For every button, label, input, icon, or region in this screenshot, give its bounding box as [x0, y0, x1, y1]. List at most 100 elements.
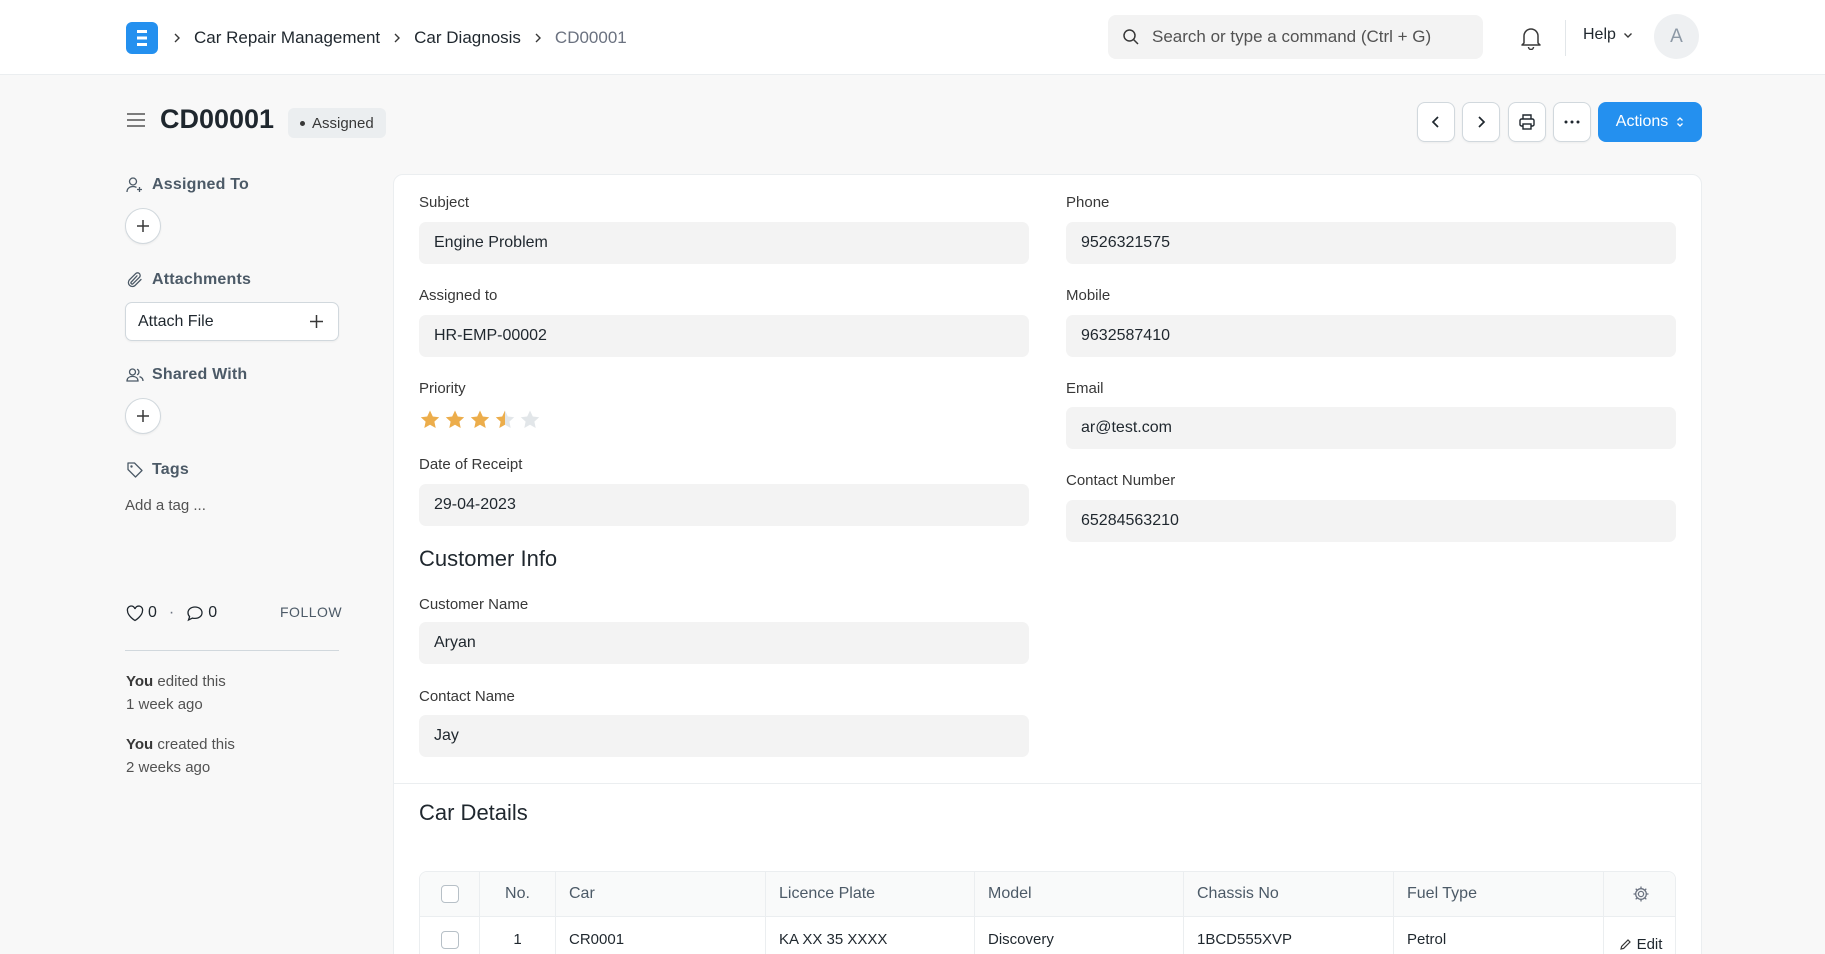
- chevron-right-icon: [1478, 116, 1486, 128]
- plus-icon: [137, 410, 149, 422]
- activity-time: 1 week ago: [126, 696, 203, 713]
- breadcrumb-car-diagnosis[interactable]: Car Diagnosis: [414, 28, 521, 48]
- select-all-checkbox[interactable]: [440, 885, 459, 903]
- star-icon[interactable]: [469, 409, 491, 430]
- user-avatar[interactable]: A: [1654, 14, 1699, 59]
- cell-car[interactable]: CR0001: [556, 917, 766, 954]
- edit-row-button[interactable]: Edit: [1604, 917, 1675, 954]
- notification-bell-icon[interactable]: [1520, 26, 1542, 50]
- gear-icon[interactable]: [1632, 885, 1650, 903]
- status-badge: Assigned: [288, 108, 386, 138]
- cell-fuel-type[interactable]: Petrol: [1394, 917, 1604, 954]
- help-label: Help: [1583, 26, 1616, 43]
- mobile-field[interactable]: 9632587410: [1066, 315, 1676, 357]
- next-doc-button[interactable]: [1462, 102, 1500, 142]
- edit-label: Edit: [1636, 936, 1663, 953]
- likes-count: 0: [148, 604, 157, 621]
- customer-info-heading: Customer Info: [419, 546, 558, 571]
- plus-icon: [137, 220, 149, 232]
- add-assignee-button[interactable]: [125, 208, 161, 244]
- row-checkbox[interactable]: [440, 930, 459, 949]
- phone-field[interactable]: 9526321575: [1066, 222, 1676, 264]
- search-icon: [1123, 29, 1139, 45]
- activity-user[interactable]: You: [126, 736, 153, 753]
- previous-doc-button[interactable]: [1417, 102, 1455, 142]
- page-title: CD00001: [160, 104, 275, 134]
- actions-label: Actions: [1615, 113, 1669, 130]
- column-header-chassis-no: Chassis No: [1184, 872, 1394, 917]
- column-header-car: Car: [556, 872, 766, 917]
- assigned-to-field[interactable]: HR-EMP-00002: [419, 315, 1029, 357]
- tags-label: Tags: [152, 461, 189, 478]
- subject-field[interactable]: Engine Problem: [419, 222, 1029, 264]
- mobile-label: Mobile: [1066, 287, 1111, 304]
- tag-icon: [127, 462, 143, 478]
- plus-icon: [310, 315, 323, 328]
- ellipsis-icon: [1564, 120, 1580, 124]
- cell-chassis-no[interactable]: 1BCD555XVP: [1184, 917, 1394, 954]
- activity-action: edited this: [157, 673, 226, 690]
- assigned-to-field-label: Assigned to: [419, 287, 498, 304]
- status-label: Assigned: [312, 114, 374, 132]
- priority-label: Priority: [419, 380, 466, 397]
- print-button[interactable]: [1508, 102, 1546, 142]
- attachments-section: Attachments: [126, 271, 251, 289]
- cell-model[interactable]: Discovery: [975, 917, 1184, 954]
- sidebar-divider: [125, 650, 339, 651]
- priority-rating[interactable]: [419, 409, 544, 430]
- contact-number-label: Contact Number: [1066, 472, 1176, 489]
- printer-icon: [1519, 114, 1535, 130]
- cell-no: 1: [480, 917, 556, 954]
- chevron-left-icon: [1431, 116, 1439, 128]
- attach-file-label: Attach File: [138, 312, 214, 330]
- search-input[interactable]: Search or type a command (Ctrl + G): [1108, 15, 1483, 59]
- cell-licence-plate[interactable]: KA XX 35 XXXX: [766, 917, 975, 954]
- row-select-cell: [420, 917, 480, 954]
- status-dot: [300, 120, 305, 126]
- car-details-table: No. Car Licence Plate Model Chassis No F…: [419, 871, 1676, 954]
- add-user-icon: [126, 177, 142, 193]
- form-card: [393, 174, 1702, 954]
- activity-user[interactable]: You: [126, 673, 153, 690]
- column-header-no: No.: [480, 872, 556, 917]
- comments-count: 0: [208, 604, 218, 621]
- phone-value: 9526321575: [1081, 234, 1170, 251]
- email-field[interactable]: ar@test.com: [1066, 407, 1676, 449]
- attachments-label: Attachments: [152, 271, 252, 288]
- help-dropdown[interactable]: Help: [1583, 26, 1634, 44]
- column-header-licence-plate: Licence Plate: [766, 872, 975, 917]
- column-settings-cell: [1604, 872, 1675, 917]
- comment-icon[interactable]: [186, 605, 204, 622]
- star-icon[interactable]: [419, 409, 441, 430]
- navbar-divider: [1565, 20, 1566, 56]
- star-icon[interactable]: [494, 409, 516, 430]
- tags-section: Tags: [126, 461, 189, 479]
- star-icon[interactable]: [519, 409, 541, 430]
- shared-with-section: Shared With: [126, 366, 247, 384]
- breadcrumb-current[interactable]: CD00001: [555, 28, 627, 48]
- search-placeholder: Search or type a command (Ctrl + G): [1152, 27, 1432, 46]
- customer-name-value: Aryan: [434, 634, 476, 651]
- breadcrumb-car-repair-management[interactable]: Car Repair Management: [194, 28, 380, 48]
- mobile-value: 9632587410: [1081, 327, 1170, 344]
- attach-file-button[interactable]: Attach File: [125, 302, 339, 341]
- more-options-button[interactable]: [1553, 102, 1591, 142]
- heart-icon[interactable]: [126, 604, 144, 622]
- assigned-to-label: Assigned To: [152, 176, 250, 193]
- follow-button[interactable]: FOLLOW: [280, 604, 342, 620]
- date-of-receipt-field[interactable]: 29-04-2023: [419, 484, 1029, 526]
- shared-with-label: Shared With: [152, 366, 248, 383]
- add-tag-link[interactable]: Add a tag ...: [125, 497, 206, 514]
- select-arrows-icon: [1677, 117, 1684, 127]
- chevron-down-icon: [1623, 33, 1632, 38]
- sidebar-toggle-icon[interactable]: [126, 112, 146, 128]
- app-logo[interactable]: [126, 22, 158, 54]
- add-share-button[interactable]: [125, 398, 161, 434]
- star-icon[interactable]: [444, 409, 466, 430]
- select-all-cell: [420, 872, 480, 917]
- actions-button[interactable]: Actions: [1598, 102, 1702, 142]
- customer-name-field[interactable]: Aryan: [419, 622, 1029, 664]
- column-header-fuel-type: Fuel Type: [1394, 872, 1604, 917]
- contact-number-field[interactable]: 65284563210: [1066, 500, 1676, 542]
- contact-name-field[interactable]: Jay: [419, 715, 1029, 757]
